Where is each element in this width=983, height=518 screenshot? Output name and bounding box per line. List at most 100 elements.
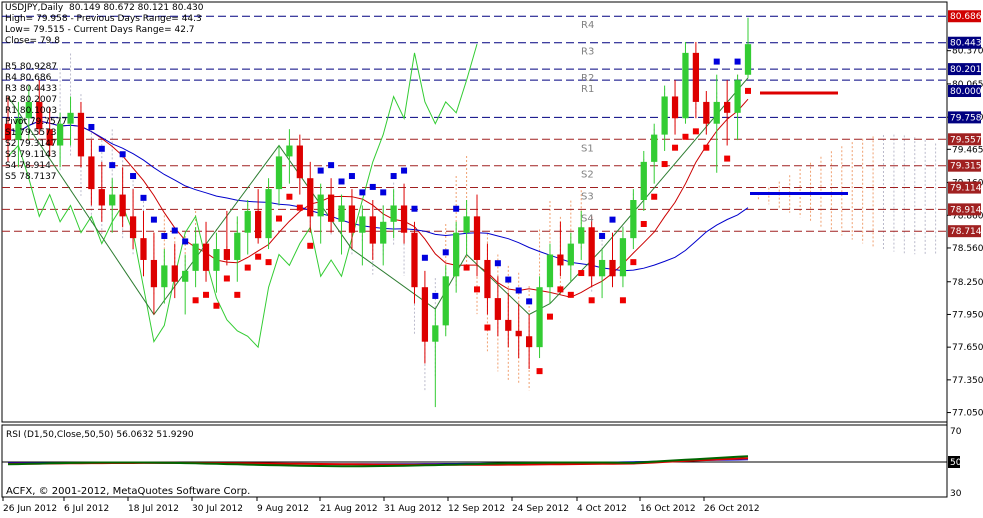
psar-marker [140, 194, 147, 201]
psar-marker [223, 275, 230, 282]
candle-body [640, 161, 647, 201]
psar-marker [150, 216, 157, 223]
psar-marker [599, 232, 606, 239]
candle-body [380, 221, 387, 244]
candle-body [317, 194, 324, 217]
candle-body [213, 249, 220, 271]
candle-body [494, 298, 501, 320]
candle-body [557, 254, 564, 266]
price-tick-label: 77.050 [952, 409, 983, 419]
candle-body [536, 287, 543, 348]
date-tick-label: 26 Oct 2012 [704, 504, 760, 514]
pivot-label: R1 80.1003 [5, 106, 58, 116]
psar-marker [203, 291, 210, 298]
psar-marker [588, 297, 595, 304]
candle-body [724, 101, 731, 113]
psar-marker [442, 249, 449, 256]
psar-marker [161, 232, 168, 239]
date-tick-label: 9 Aug 2012 [257, 504, 309, 514]
price-box-label: 78.914 [950, 205, 982, 215]
price-tick-label: 78.250 [952, 278, 983, 288]
header-line-3: Low= 79.515 - Current Days Range= 42.7 [5, 25, 195, 35]
price-box-label: 79.114 [950, 184, 982, 194]
candle-body [484, 259, 491, 299]
candle-body [734, 80, 741, 113]
psar-marker [619, 297, 626, 304]
candle-body [119, 194, 126, 217]
psar-marker [703, 144, 710, 151]
date-tick-label: 21 Aug 2012 [320, 504, 378, 514]
candle-body [202, 243, 210, 271]
psar-marker [630, 259, 637, 266]
psar-marker [213, 302, 220, 309]
candle-body [182, 270, 189, 282]
psar-marker [672, 144, 679, 151]
candle-body [150, 259, 158, 288]
candle-body [244, 210, 251, 233]
candle-body [88, 156, 95, 190]
pivot-label: S3 79.1143 [5, 150, 57, 160]
psar-marker [724, 155, 731, 162]
date-tick-label: 24 Sep 2012 [512, 504, 569, 514]
psar-marker [411, 205, 418, 212]
candle-body [671, 96, 679, 119]
psar-marker [494, 260, 501, 267]
candle-body [453, 232, 460, 277]
psar-marker [640, 220, 647, 227]
candle-body [359, 216, 366, 233]
price-tick-label: 77.950 [952, 310, 983, 320]
date-tick-label: 16 Oct 2012 [640, 504, 696, 514]
psar-marker [244, 264, 251, 271]
level-tag: S1 [581, 143, 594, 154]
chart-root: R4R3R2R1S1S2S3S4 80.37080.06579.76079.46… [0, 0, 983, 515]
psar-marker [109, 162, 116, 169]
candle-body [255, 210, 262, 239]
price-box-label: 80.000 [950, 87, 982, 97]
price-tick-label: 78.560 [952, 244, 983, 254]
price-box-label: 80.686 [950, 12, 982, 22]
date-tick-label: 31 Aug 2012 [384, 504, 442, 514]
candle-body [400, 205, 408, 233]
psar-marker [536, 368, 543, 375]
price-tick-label: 77.650 [952, 343, 983, 353]
psar-marker [369, 183, 376, 190]
chart-svg: R4R3R2R1S1S2S3S4 80.37080.06579.76079.46… [1, 1, 983, 514]
psar-marker [661, 161, 668, 168]
header-line-4: Close= 79.8 [5, 36, 60, 46]
psar-marker [359, 189, 366, 196]
psar-marker [557, 286, 564, 293]
psar-marker [275, 215, 282, 222]
psar-marker [432, 292, 439, 299]
psar-marker [515, 287, 522, 294]
psar-marker [505, 276, 512, 283]
pivot-label: R5 80.9287 [5, 62, 58, 72]
candle-body [234, 232, 241, 260]
price-box-label: 78.714 [950, 227, 982, 237]
candle-body [411, 232, 418, 288]
pivot-label: S2 79.3147 [5, 139, 57, 149]
candle-body [442, 276, 449, 326]
price-tick-label: 77.350 [952, 376, 983, 386]
copyright-text: ACFX, © 2001-2012, MetaQuotes Software C… [6, 486, 250, 497]
candle-body [192, 243, 199, 271]
level-tag: S2 [581, 170, 594, 181]
psar-marker [682, 133, 689, 140]
candle-body [390, 205, 397, 222]
candle-body [421, 287, 429, 342]
date-tick-label: 4 Oct 2012 [577, 504, 627, 514]
candle-body [598, 259, 606, 277]
candle-body [432, 325, 439, 342]
candle-body [703, 101, 710, 124]
psar-marker [745, 87, 751, 94]
psar-marker [192, 297, 199, 304]
psar-marker [474, 286, 481, 293]
psar-marker [546, 313, 553, 320]
candle-body [661, 96, 668, 135]
psar-marker [463, 264, 470, 271]
candle-body [338, 205, 345, 222]
psar-marker [484, 324, 491, 331]
psar-marker [651, 193, 658, 200]
psar-marker [286, 193, 293, 200]
candle-body [578, 227, 585, 244]
candle-body [463, 216, 470, 233]
